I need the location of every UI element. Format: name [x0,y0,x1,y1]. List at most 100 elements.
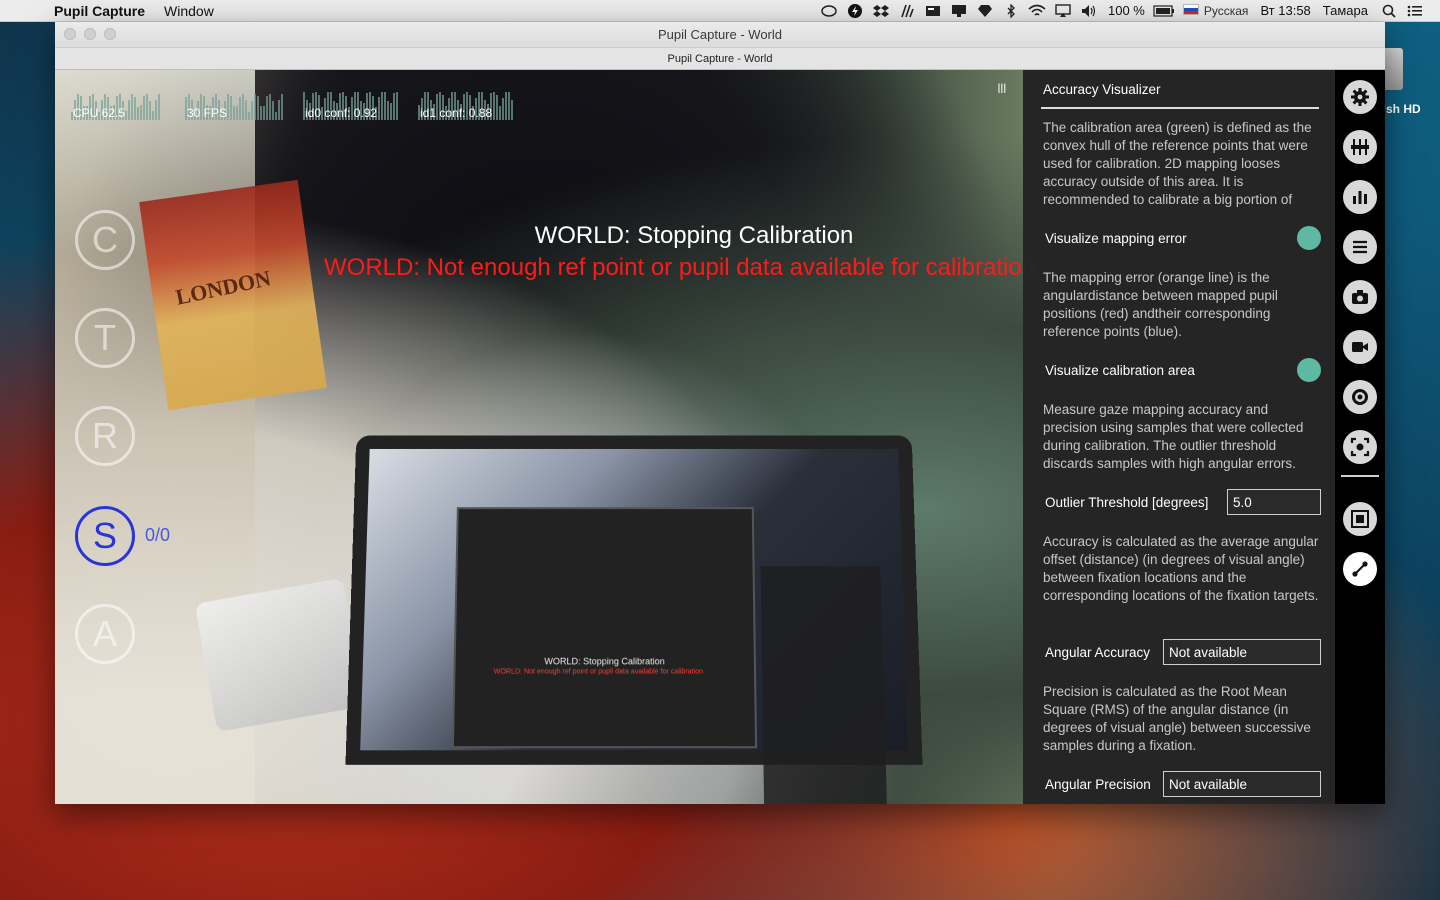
eye0-confidence-graph[interactable]: id0 conf: 0.92 [303,90,399,120]
clock[interactable]: Вт 13:58 [1260,3,1310,18]
general-settings-button[interactable] [1343,80,1377,114]
graph-bar [384,92,386,120]
graph-bar [269,94,271,120]
airplay-icon[interactable] [1052,0,1074,22]
battery-icon[interactable] [1153,0,1175,22]
visualize-mapping-error-toggle[interactable] [1297,226,1321,250]
volume-icon[interactable] [1078,0,1100,22]
minimize-icon[interactable] [84,28,96,40]
graph-bar [502,98,504,120]
sliders-icon [1350,137,1370,157]
graph-bar [155,100,157,120]
graph-bar [275,112,277,120]
graph-bar [505,92,507,120]
accuracy-icon [1350,559,1370,579]
graph-bar [260,106,262,120]
input-language[interactable]: Русская [1183,3,1249,18]
graph-bar [128,100,130,120]
sketch-icon[interactable] [974,0,996,22]
status-area: 100 % Русская Вт 13:58 Тамара [816,0,1440,22]
fps-graph[interactable]: 30 FPS [185,90,285,120]
graph-bar [227,94,229,120]
graph-bar [233,106,235,120]
visualize-calibration-area-row[interactable]: Visualize calibration area [1045,357,1321,383]
graph-bar [257,96,259,120]
cpu-graph-label: CPU 62.5 [73,106,125,120]
window-title: Pupil Capture - World [658,27,782,42]
fps-graph-label: 30 FPS [187,106,227,120]
record-button[interactable]: R [75,406,135,466]
scene-laptop: WORLD: Stopping Calibration WORLD: Not e… [345,436,922,765]
menu-handle-icon[interactable]: III [997,80,1006,96]
wifi-icon[interactable] [1026,0,1048,22]
visualize-calibration-area-toggle[interactable] [1297,358,1321,382]
graph-bar [140,105,142,120]
cc-icon[interactable] [818,0,840,22]
calibration-button[interactable] [1343,380,1377,414]
bar-chart-icon [1350,187,1370,207]
graph-bar [125,111,127,120]
window-titlebar[interactable]: Pupil Capture - World [55,22,1385,47]
list-icon [1350,237,1370,257]
mapping-error-description: The mapping error (orange line) is the a… [1043,269,1321,341]
app-menu[interactable]: Pupil Capture [54,3,145,19]
graph-bar [134,97,136,120]
window-subtitle-bar: Pupil Capture - World [55,47,1385,70]
test-button[interactable]: T [75,308,135,368]
graph-bar [281,94,283,120]
angular-precision-field[interactable]: Not available [1163,771,1321,797]
notes-icon[interactable] [922,0,944,22]
notification-center-icon[interactable] [1404,0,1426,22]
display-icon[interactable] [948,0,970,22]
close-icon[interactable] [64,28,76,40]
eye1-confidence-graph[interactable]: id1 conf: 0.88 [418,90,516,120]
hard-disk-icon[interactable] [1385,48,1403,90]
outlier-threshold-label: Outlier Threshold [degrees] [1045,495,1208,510]
frame-publisher-button[interactable] [1343,502,1377,536]
spotlight-icon[interactable] [1378,0,1400,22]
visualize-mapping-error-row[interactable]: Visualize mapping error [1045,225,1321,251]
capture-focus-icon [1350,437,1370,457]
plugin-manager-button[interactable] [1343,130,1377,164]
annotate-button[interactable]: A [75,604,135,664]
recorder-button[interactable] [1343,330,1377,364]
zoom-icon[interactable] [104,28,116,40]
graph-bar [496,95,498,120]
scene-telephone [195,578,365,732]
graph-bar [499,106,501,120]
world-camera-button[interactable] [1343,280,1377,314]
fixation-detector-button[interactable] [1343,180,1377,214]
cpu-graph[interactable]: CPU 62.5 [71,90,161,120]
precision-description: Precision is calculated as the Root Mean… [1043,683,1321,755]
accuracy-visualizer-panel: Accuracy Visualizer The calibration area… [1023,70,1335,804]
world-video-view[interactable]: LONDON WORLD: Stopping Calibration WORLD… [55,70,1023,804]
window-menu[interactable]: Window [164,3,214,19]
graph-bar [248,112,250,120]
bluetooth-icon[interactable] [1000,0,1022,22]
graph-bar [263,106,265,120]
graph-bar [278,100,280,120]
graph-bar [137,107,139,120]
graph-bar [242,94,244,120]
icon-bar-divider [1341,475,1379,477]
plugin-icon-bar [1335,70,1385,804]
frame-icon [1350,509,1370,529]
hard-disk-label[interactable]: sh HD [1386,102,1421,116]
angular-precision-row: Angular Precision Not available [1045,771,1321,797]
user-name[interactable]: Тамара [1323,3,1368,18]
surface-tracker-button[interactable] [1343,430,1377,464]
dropbox-icon[interactable] [870,0,892,22]
script-icon[interactable] [896,0,918,22]
error-message: WORLD: Not enough ref point or pupil dat… [324,254,1042,282]
eye0-graph-label: id0 conf: 0.92 [305,106,377,120]
log-history-button[interactable] [1343,230,1377,264]
stream-button[interactable]: S [75,506,135,566]
graph-bar [272,101,274,120]
angular-accuracy-field[interactable]: Not available [1163,639,1321,665]
accuracy-visualizer-button[interactable] [1343,552,1377,586]
sample-counter: 0/0 [145,525,170,546]
outlier-threshold-input[interactable]: 5.0 [1227,489,1321,515]
graph-bar [387,101,389,120]
angular-accuracy-row: Angular Accuracy Not available [1045,639,1321,665]
bolt-icon[interactable] [844,0,866,22]
